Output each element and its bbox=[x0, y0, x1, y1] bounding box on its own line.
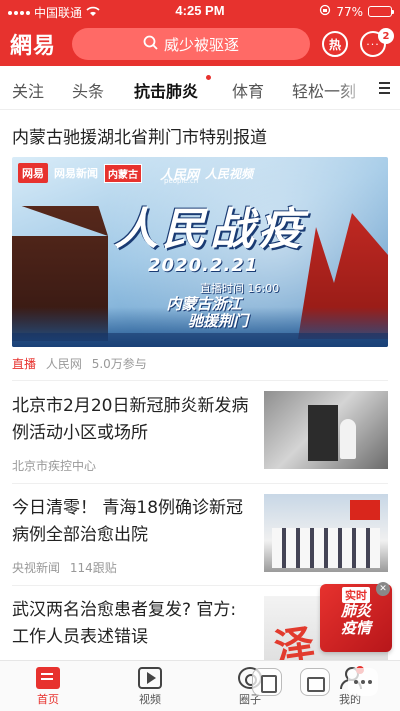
people-url: people.cn bbox=[164, 177, 199, 185]
partner-logos-strip bbox=[12, 333, 388, 347]
battery-percent: 77% bbox=[336, 4, 363, 19]
news-item-source: 央视新闻 bbox=[12, 561, 61, 575]
home-icon bbox=[36, 667, 60, 689]
banner-route: 内蒙古浙江 驰援荆门 bbox=[160, 295, 249, 330]
banner-brand: 网易新闻 bbox=[54, 167, 98, 180]
top-story-participants: 5.0万参与 bbox=[91, 357, 147, 371]
nav-home[interactable]: 首页 bbox=[8, 661, 88, 711]
tab-menu-button[interactable] bbox=[368, 66, 400, 109]
nav-video-label: 视频 bbox=[139, 693, 161, 706]
news-item-thumbnail[interactable] bbox=[264, 391, 388, 469]
news-item-thumbnail[interactable] bbox=[264, 494, 388, 572]
banner-headline: 人民战疫 bbox=[114, 204, 306, 255]
battery-icon bbox=[368, 6, 394, 17]
app-header: 網易 威少被驱逐 热 ··· bbox=[0, 22, 400, 66]
tab-headlines[interactable]: 头条 bbox=[72, 78, 104, 102]
news-item-comments: 114跟贴 bbox=[69, 561, 117, 575]
hot-button[interactable]: 热 bbox=[322, 31, 348, 57]
tab-new-dot bbox=[205, 74, 212, 81]
play-icon bbox=[138, 667, 162, 689]
tab-fade bbox=[338, 66, 368, 109]
top-story-title[interactable]: 内蒙古驰援湖北省荆门市特别报道 bbox=[12, 126, 390, 150]
banner-region: 内蒙古 bbox=[104, 163, 142, 183]
status-bar: 中国联通 4:25 PM 77% bbox=[0, 0, 400, 22]
rotation-lock-icon bbox=[319, 4, 331, 19]
chat-bubble-icon: ··· bbox=[366, 37, 380, 51]
route-line-2: 驰援荆门 bbox=[188, 312, 249, 330]
window-icon[interactable] bbox=[300, 668, 330, 696]
divider bbox=[12, 380, 388, 381]
divider bbox=[12, 483, 388, 484]
news-item-source: 北京市疾控中心 bbox=[12, 459, 97, 473]
top-story-meta: 直播 人民网 5.0万参与 bbox=[12, 355, 147, 372]
thumb-flag bbox=[350, 500, 380, 520]
news-item-title[interactable]: 今日清零！ 青海18例确诊新冠病例全部治愈出院 bbox=[12, 495, 252, 549]
search-icon bbox=[143, 35, 158, 54]
live-tag: 直播 bbox=[12, 357, 37, 371]
banner-brand-row: 网易 网易新闻 内蒙古 人民网 人民视频 bbox=[18, 163, 253, 183]
live-banner[interactable]: 网易 网易新闻 内蒙古 人民网 人民视频 people.cn 人民战疫 2020… bbox=[12, 157, 388, 347]
banner-date: 2020.2.21 bbox=[148, 255, 259, 276]
share-icon[interactable] bbox=[252, 668, 282, 696]
message-badge: 2 bbox=[378, 28, 394, 44]
nav-home-label: 首页 bbox=[37, 693, 59, 706]
floating-toolbar bbox=[236, 662, 400, 702]
thumb-crowd bbox=[272, 528, 380, 568]
top-story-source: 人民网 bbox=[45, 357, 82, 371]
epidemic-badge-line2: 肺炎 bbox=[340, 602, 371, 620]
search-placeholder: 威少被驱逐 bbox=[163, 35, 239, 54]
thumb-door bbox=[308, 405, 338, 461]
banner-live-time: 直播时间 16:00 bbox=[200, 282, 280, 295]
news-item-meta: 北京市疾控中心 bbox=[12, 457, 102, 474]
netease-badge: 网易 bbox=[18, 163, 48, 183]
menu-icon bbox=[378, 81, 390, 84]
status-right: 77% bbox=[319, 4, 394, 19]
channel-tabs: 关注 头条 抗击肺炎 体育 轻松一刻 bbox=[0, 66, 400, 110]
news-item-title[interactable]: 北京市2月20日新冠肺炎新发病例活动小区或场所 bbox=[12, 393, 252, 447]
more-icon[interactable] bbox=[348, 668, 378, 696]
tab-sports[interactable]: 体育 bbox=[232, 78, 264, 102]
news-item-title[interactable]: 武汉两名治愈患者复发? 官方: 工作人员表述错误 bbox=[12, 597, 252, 651]
app-logo: 網易 bbox=[10, 33, 57, 59]
route-line-1: 内蒙古浙江 bbox=[166, 295, 242, 313]
epidemic-badge-line1: 实时 bbox=[342, 587, 370, 603]
nav-video[interactable]: 视频 bbox=[110, 661, 190, 711]
tab-follow[interactable]: 关注 bbox=[12, 78, 44, 102]
thumb-person bbox=[340, 419, 356, 459]
close-icon[interactable]: ✕ bbox=[376, 582, 390, 596]
search-bar[interactable]: 威少被驱逐 bbox=[72, 28, 310, 60]
tab-anti-pneumonia[interactable]: 抗击肺炎 bbox=[134, 78, 198, 102]
epidemic-badge-line3: 疫情 bbox=[340, 619, 371, 637]
news-item-meta: 央视新闻 114跟贴 bbox=[12, 559, 117, 576]
people-video-logo: 人民视频 bbox=[205, 166, 254, 181]
